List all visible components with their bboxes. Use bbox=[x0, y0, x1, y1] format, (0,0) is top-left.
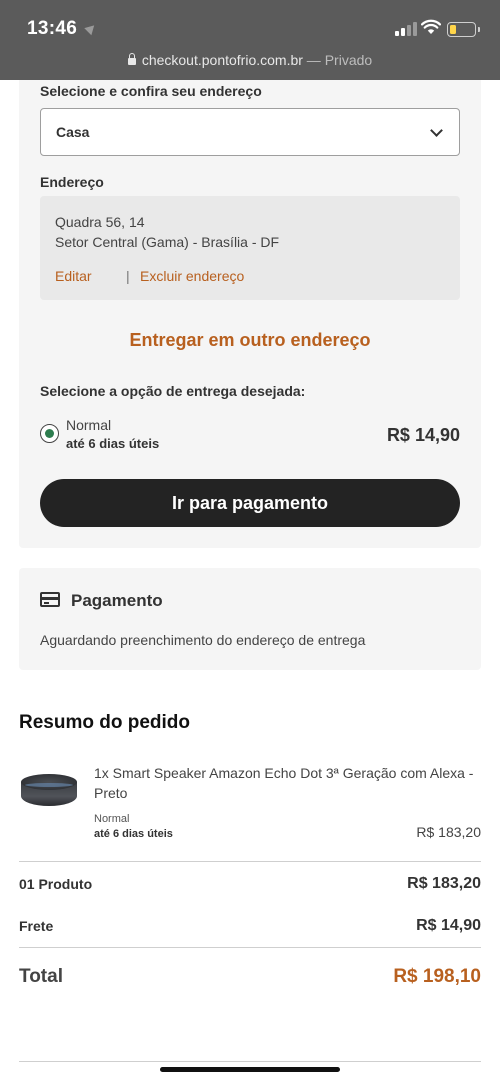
address-select-value: Casa bbox=[56, 124, 90, 140]
payment-message: Aguardando preenchimento do endereço de … bbox=[40, 632, 366, 648]
product-image bbox=[19, 774, 79, 812]
url-bar[interactable]: checkout.pontofrio.com.br — Privado bbox=[0, 52, 500, 68]
credit-card-icon bbox=[40, 592, 60, 607]
delete-address-link[interactable]: Excluir endereço bbox=[140, 268, 244, 284]
address-line-2: Setor Central (Gama) - Brasília - DF bbox=[55, 234, 280, 250]
freight-label: Frete bbox=[19, 918, 54, 934]
other-address-link[interactable]: Entregar em outro endereço bbox=[19, 330, 481, 351]
product-name: 1x Smart Speaker Amazon Echo Dot 3ª Gera… bbox=[94, 765, 474, 801]
location-arrow-icon bbox=[84, 21, 98, 36]
divider bbox=[19, 861, 481, 862]
delivery-radio[interactable] bbox=[40, 424, 59, 443]
products-subtotal: R$ 183,20 bbox=[407, 875, 481, 892]
product-price: R$ 183,20 bbox=[416, 824, 481, 840]
address-box: Quadra 56, 14 Setor Central (Gama) - Bra… bbox=[40, 196, 460, 300]
address-line-1: Quadra 56, 14 bbox=[55, 214, 145, 230]
lock-icon bbox=[127, 53, 136, 65]
browser-top-bar: 13:46 checkout.pontofrio.com.br — Privad… bbox=[0, 0, 500, 80]
delivery-option-days: até 6 dias úteis bbox=[66, 436, 160, 451]
url-text: checkout.pontofrio.com.br bbox=[141, 52, 303, 68]
edit-address-link[interactable]: Editar bbox=[55, 268, 92, 284]
radio-selected-dot bbox=[44, 428, 54, 438]
product-shipping-days: até 6 dias úteis bbox=[94, 828, 173, 840]
order-summary-title: Resumo do pedido bbox=[19, 712, 190, 733]
divider bbox=[19, 1061, 481, 1062]
link-separator: | bbox=[126, 268, 130, 284]
private-mode-label: Privado bbox=[324, 52, 373, 68]
url-separator: — bbox=[302, 52, 325, 68]
freight-value: R$ 14,90 bbox=[416, 917, 481, 934]
wifi-icon bbox=[421, 19, 441, 34]
address-select[interactable]: Casa bbox=[40, 108, 460, 156]
battery-icon bbox=[447, 22, 480, 37]
delivery-option-label: Selecione a opção de entrega desejada: bbox=[40, 383, 306, 399]
payment-card: Pagamento Aguardando preenchimento do en… bbox=[19, 568, 481, 670]
address-select-label: Selecione e confira seu endereço bbox=[40, 83, 262, 99]
product-shipping-type: Normal bbox=[94, 813, 130, 825]
home-indicator[interactable] bbox=[160, 1067, 340, 1072]
cellular-signal-icon bbox=[395, 22, 417, 36]
divider bbox=[19, 947, 481, 948]
address-card: Selecione e confira seu endereço Casa En… bbox=[19, 80, 481, 548]
status-time: 13:46 bbox=[27, 18, 78, 39]
total-value: R$ 198,10 bbox=[393, 966, 481, 987]
products-count-label: 01 Produto bbox=[19, 876, 93, 892]
delivery-option-price: R$ 14,90 bbox=[386, 425, 460, 445]
delivery-option-name[interactable]: Normal bbox=[66, 417, 111, 433]
chevron-down-icon bbox=[430, 124, 443, 137]
payment-title: Pagamento bbox=[71, 591, 163, 610]
total-label: Total bbox=[19, 966, 63, 987]
go-to-payment-button[interactable]: Ir para pagamento bbox=[40, 479, 460, 527]
address-section-label: Endereço bbox=[40, 174, 104, 190]
